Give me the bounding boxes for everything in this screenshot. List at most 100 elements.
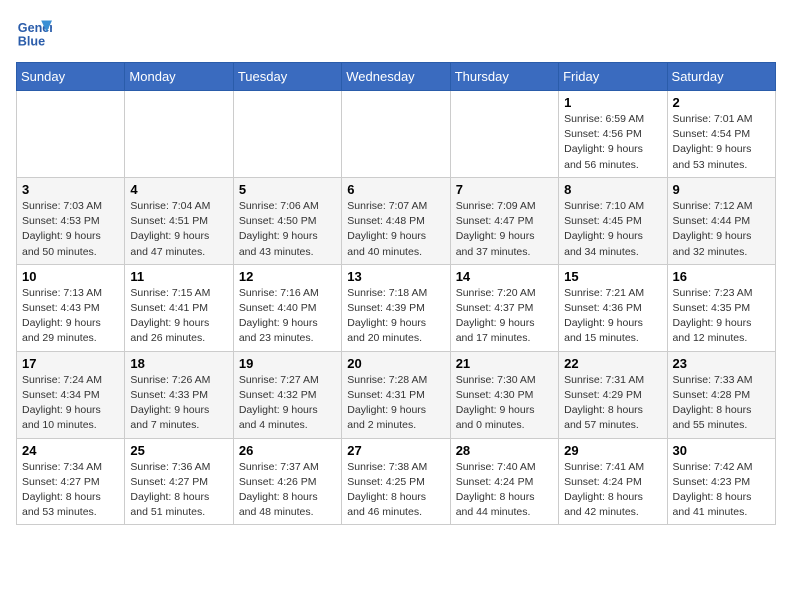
- day-number: 6: [347, 182, 444, 197]
- day-number: 2: [673, 95, 770, 110]
- day-info: Sunrise: 7:31 AM Sunset: 4:29 PM Dayligh…: [564, 373, 661, 434]
- calendar-header: SundayMondayTuesdayWednesdayThursdayFrid…: [17, 63, 776, 91]
- day-info: Sunrise: 7:27 AM Sunset: 4:32 PM Dayligh…: [239, 373, 336, 434]
- day-info: Sunrise: 7:04 AM Sunset: 4:51 PM Dayligh…: [130, 199, 227, 260]
- day-info: Sunrise: 7:15 AM Sunset: 4:41 PM Dayligh…: [130, 286, 227, 347]
- calendar-cell: [342, 91, 450, 178]
- calendar-week: 24Sunrise: 7:34 AM Sunset: 4:27 PM Dayli…: [17, 438, 776, 525]
- day-number: 26: [239, 443, 336, 458]
- day-number: 1: [564, 95, 661, 110]
- day-number: 15: [564, 269, 661, 284]
- calendar-cell: 22 Sunrise: 7:31 AM Sunset: 4:29 PM Dayli…: [559, 351, 667, 438]
- calendar-cell: 9 Sunrise: 7:12 AM Sunset: 4:44 PM Daylig…: [667, 177, 775, 264]
- calendar-cell: [450, 91, 558, 178]
- day-info: Sunrise: 7:37 AM Sunset: 4:26 PM Dayligh…: [239, 460, 336, 521]
- day-number: 5: [239, 182, 336, 197]
- calendar-cell: 24Sunrise: 7:34 AM Sunset: 4:27 PM Dayli…: [17, 438, 125, 525]
- logo: General Blue: [16, 16, 52, 52]
- day-info: Sunrise: 6:59 AM Sunset: 4:56 PM Dayligh…: [564, 112, 661, 173]
- day-info: Sunrise: 7:30 AM Sunset: 4:30 PM Dayligh…: [456, 373, 553, 434]
- calendar-cell: 21 Sunrise: 7:30 AM Sunset: 4:30 PM Dayli…: [450, 351, 558, 438]
- calendar-week: 10Sunrise: 7:13 AM Sunset: 4:43 PM Dayli…: [17, 264, 776, 351]
- day-info: Sunrise: 7:10 AM Sunset: 4:45 PM Dayligh…: [564, 199, 661, 260]
- weekday-header: Sunday: [17, 63, 125, 91]
- weekday-header: Friday: [559, 63, 667, 91]
- day-info: Sunrise: 7:26 AM Sunset: 4:33 PM Dayligh…: [130, 373, 227, 434]
- day-number: 4: [130, 182, 227, 197]
- day-number: 7: [456, 182, 553, 197]
- day-info: Sunrise: 7:28 AM Sunset: 4:31 PM Dayligh…: [347, 373, 444, 434]
- day-number: 28: [456, 443, 553, 458]
- day-number: 30: [673, 443, 770, 458]
- calendar-cell: 29 Sunrise: 7:41 AM Sunset: 4:24 PM Dayli…: [559, 438, 667, 525]
- day-number: 11: [130, 269, 227, 284]
- calendar-cell: 7 Sunrise: 7:09 AM Sunset: 4:47 PM Daylig…: [450, 177, 558, 264]
- calendar-cell: 1 Sunrise: 6:59 AM Sunset: 4:56 PM Daylig…: [559, 91, 667, 178]
- weekday-header: Thursday: [450, 63, 558, 91]
- calendar-cell: 13Sunrise: 7:18 AM Sunset: 4:39 PM Dayli…: [342, 264, 450, 351]
- calendar-cell: 2 Sunrise: 7:01 AM Sunset: 4:54 PM Daylig…: [667, 91, 775, 178]
- calendar-cell: 14 Sunrise: 7:20 AM Sunset: 4:37 PM Dayli…: [450, 264, 558, 351]
- calendar-cell: 17 Sunrise: 7:24 AM Sunset: 4:34 PM Dayli…: [17, 351, 125, 438]
- calendar-cell: 20 Sunrise: 7:28 AM Sunset: 4:31 PM Dayli…: [342, 351, 450, 438]
- day-info: Sunrise: 7:12 AM Sunset: 4:44 PM Dayligh…: [673, 199, 770, 260]
- header: General Blue: [16, 16, 776, 52]
- day-number: 25: [130, 443, 227, 458]
- day-number: 18: [130, 356, 227, 371]
- day-info: Sunrise: 7:41 AM Sunset: 4:24 PM Dayligh…: [564, 460, 661, 521]
- day-number: 9: [673, 182, 770, 197]
- calendar-cell: 11 Sunrise: 7:15 AM Sunset: 4:41 PM Dayli…: [125, 264, 233, 351]
- day-info: Sunrise: 7:24 AM Sunset: 4:34 PM Dayligh…: [22, 373, 119, 434]
- weekday-header: Saturday: [667, 63, 775, 91]
- weekday-header: Tuesday: [233, 63, 341, 91]
- calendar-cell: 5 Sunrise: 7:06 AM Sunset: 4:50 PM Daylig…: [233, 177, 341, 264]
- day-number: 8: [564, 182, 661, 197]
- calendar-cell: 16 Sunrise: 7:23 AM Sunset: 4:35 PM Dayli…: [667, 264, 775, 351]
- day-number: 22: [564, 356, 661, 371]
- day-info: Sunrise: 7:18 AM Sunset: 4:39 PM Dayligh…: [347, 286, 444, 347]
- day-number: 29: [564, 443, 661, 458]
- day-info: Sunrise: 7:07 AM Sunset: 4:48 PM Dayligh…: [347, 199, 444, 260]
- day-info: Sunrise: 7:42 AM Sunset: 4:23 PM Dayligh…: [673, 460, 770, 521]
- calendar-cell: 15 Sunrise: 7:21 AM Sunset: 4:36 PM Dayli…: [559, 264, 667, 351]
- calendar-cell: 18 Sunrise: 7:26 AM Sunset: 4:33 PM Dayli…: [125, 351, 233, 438]
- calendar-cell: 6 Sunrise: 7:07 AM Sunset: 4:48 PM Daylig…: [342, 177, 450, 264]
- day-number: 17: [22, 356, 119, 371]
- day-info: Sunrise: 7:23 AM Sunset: 4:35 PM Dayligh…: [673, 286, 770, 347]
- calendar-cell: [125, 91, 233, 178]
- calendar-cell: 23 Sunrise: 7:33 AM Sunset: 4:28 PM Dayli…: [667, 351, 775, 438]
- day-info: Sunrise: 7:36 AM Sunset: 4:27 PM Dayligh…: [130, 460, 227, 521]
- calendar-cell: 25 Sunrise: 7:36 AM Sunset: 4:27 PM Dayli…: [125, 438, 233, 525]
- day-number: 14: [456, 269, 553, 284]
- calendar-week: 3Sunrise: 7:03 AM Sunset: 4:53 PM Daylig…: [17, 177, 776, 264]
- day-info: Sunrise: 7:16 AM Sunset: 4:40 PM Dayligh…: [239, 286, 336, 347]
- day-number: 24: [22, 443, 119, 458]
- day-number: 19: [239, 356, 336, 371]
- day-info: Sunrise: 7:13 AM Sunset: 4:43 PM Dayligh…: [22, 286, 119, 347]
- calendar-cell: [233, 91, 341, 178]
- day-info: Sunrise: 7:38 AM Sunset: 4:25 PM Dayligh…: [347, 460, 444, 521]
- day-number: 3: [22, 182, 119, 197]
- calendar-week: 17 Sunrise: 7:24 AM Sunset: 4:34 PM Dayli…: [17, 351, 776, 438]
- day-info: Sunrise: 7:20 AM Sunset: 4:37 PM Dayligh…: [456, 286, 553, 347]
- day-info: Sunrise: 7:01 AM Sunset: 4:54 PM Dayligh…: [673, 112, 770, 173]
- day-number: 20: [347, 356, 444, 371]
- day-number: 16: [673, 269, 770, 284]
- logo-icon: General Blue: [16, 16, 52, 52]
- day-info: Sunrise: 7:06 AM Sunset: 4:50 PM Dayligh…: [239, 199, 336, 260]
- day-info: Sunrise: 7:33 AM Sunset: 4:28 PM Dayligh…: [673, 373, 770, 434]
- day-info: Sunrise: 7:09 AM Sunset: 4:47 PM Dayligh…: [456, 199, 553, 260]
- calendar-cell: 3Sunrise: 7:03 AM Sunset: 4:53 PM Daylig…: [17, 177, 125, 264]
- calendar-week: 1 Sunrise: 6:59 AM Sunset: 4:56 PM Daylig…: [17, 91, 776, 178]
- calendar-cell: 28 Sunrise: 7:40 AM Sunset: 4:24 PM Dayli…: [450, 438, 558, 525]
- day-info: Sunrise: 7:40 AM Sunset: 4:24 PM Dayligh…: [456, 460, 553, 521]
- calendar-cell: 4 Sunrise: 7:04 AM Sunset: 4:51 PM Daylig…: [125, 177, 233, 264]
- calendar-cell: [17, 91, 125, 178]
- day-info: Sunrise: 7:21 AM Sunset: 4:36 PM Dayligh…: [564, 286, 661, 347]
- calendar-cell: 30 Sunrise: 7:42 AM Sunset: 4:23 PM Dayli…: [667, 438, 775, 525]
- calendar-cell: 10Sunrise: 7:13 AM Sunset: 4:43 PM Dayli…: [17, 264, 125, 351]
- day-number: 21: [456, 356, 553, 371]
- calendar-cell: 26 Sunrise: 7:37 AM Sunset: 4:26 PM Dayli…: [233, 438, 341, 525]
- day-number: 23: [673, 356, 770, 371]
- weekday-header: Monday: [125, 63, 233, 91]
